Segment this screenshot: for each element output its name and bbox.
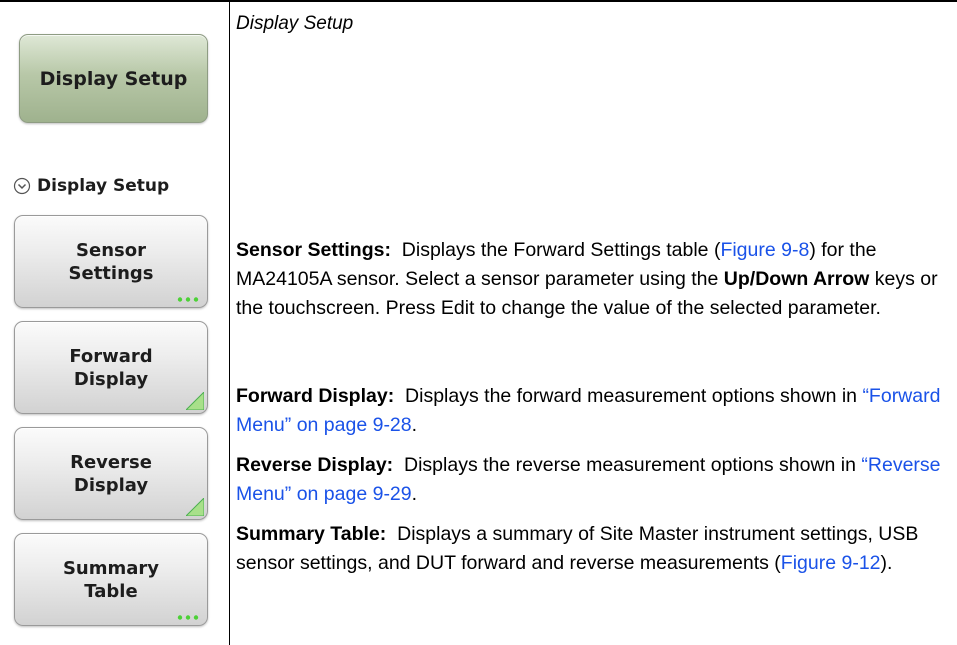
reverse-display-description: Reverse Display: Displays the reverse me…: [236, 451, 952, 509]
summary-table-button[interactable]: Summary Table: [14, 533, 208, 626]
sensor-settings-description: Sensor Settings: Displays the Forward Se…: [236, 236, 952, 323]
menu-header: Display Setup: [13, 174, 169, 198]
button-label-line2: Settings: [68, 262, 154, 284]
reverse-display-button[interactable]: Reverse Display: [14, 427, 208, 520]
chevron-down-circle-icon: [13, 177, 31, 195]
description-text: .: [411, 483, 418, 505]
submenu-triangle-icon: [186, 498, 204, 516]
forward-display-description: Forward Display: Displays the forward me…: [236, 382, 952, 440]
more-dots-icon: [177, 615, 199, 620]
display-setup-title-button[interactable]: Display Setup: [19, 34, 208, 123]
description-text: Displays the reverse measurement options…: [404, 454, 862, 476]
column-divider: [229, 2, 230, 645]
button-label-line2: Table: [84, 580, 138, 602]
figure-link[interactable]: Figure 9-8: [720, 239, 809, 261]
key-name: Up/Down Arrow: [723, 268, 870, 290]
term-label: Forward Display:: [236, 385, 395, 407]
term-label: Reverse Display:: [236, 454, 394, 476]
description-text: Displays the forward measurement options…: [405, 385, 863, 407]
submenu-triangle-icon: [186, 392, 204, 410]
description-text: ).: [880, 552, 893, 574]
button-label-line2: Display: [73, 474, 149, 496]
term-label: Sensor Settings:: [236, 239, 391, 261]
description-text: Displays the Forward Settings table (: [401, 239, 721, 261]
figure-caption: Display Setup: [236, 13, 354, 34]
sensor-settings-button[interactable]: Sensor Settings: [14, 215, 208, 308]
summary-table-description: Summary Table: Displays a summary of Sit…: [236, 520, 952, 578]
more-dots-icon: [177, 297, 199, 302]
button-label-line1: Forward: [69, 345, 153, 367]
forward-display-button[interactable]: Forward Display: [14, 321, 208, 414]
title-button-label: Display Setup: [39, 67, 188, 90]
button-label-line1: Reverse: [70, 451, 152, 473]
button-label-line1: Sensor: [76, 239, 146, 261]
term-label: Summary Table:: [236, 523, 387, 545]
menu-header-label: Display Setup: [37, 176, 170, 196]
button-label-line1: Summary: [62, 557, 160, 579]
button-label-line2: Display: [73, 368, 149, 390]
top-rule: [0, 0, 957, 2]
figure-link[interactable]: Figure 9-12: [781, 552, 881, 574]
description-text: .: [411, 414, 418, 436]
